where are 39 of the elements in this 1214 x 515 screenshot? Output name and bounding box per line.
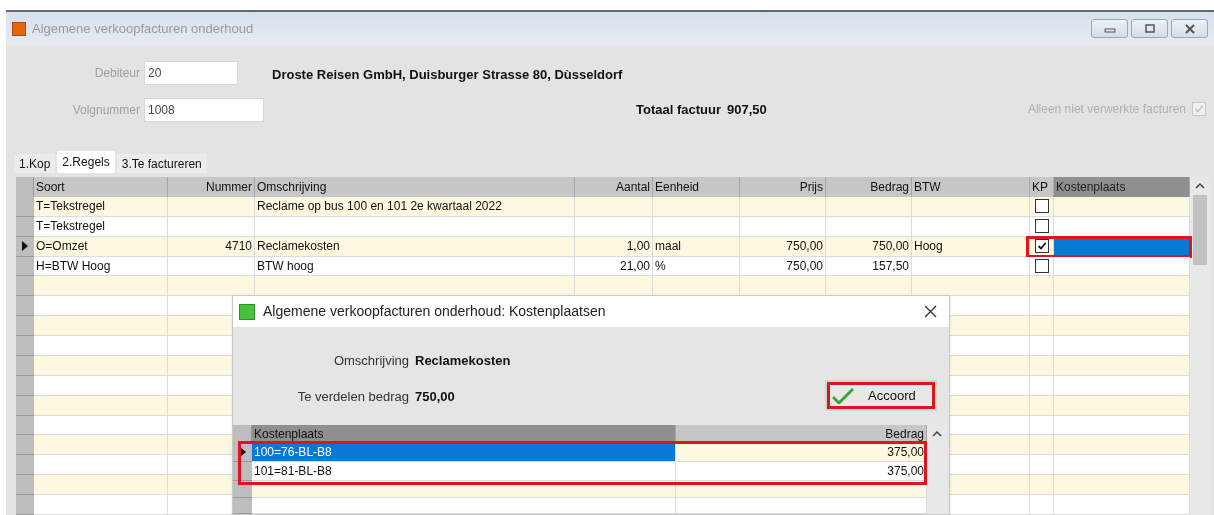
amount-value: 750,00	[415, 388, 455, 406]
description-value: Reclamekosten	[415, 352, 511, 370]
column-header[interactable]: Prijs	[740, 177, 826, 197]
total-value: 907,50	[727, 101, 767, 119]
table-cell: Hoog	[912, 236, 1030, 257]
field-label: Omschrijving	[332, 352, 409, 370]
window-title: Algemene verkoopfacturen onderhoud	[32, 19, 254, 38]
column-header[interactable]: Aantal	[575, 177, 653, 197]
field-label: Te verdelen bedrag	[296, 388, 409, 406]
column-header[interactable]: Kostenplaats	[1054, 177, 1190, 197]
accept-button[interactable]: Accoord	[827, 382, 935, 409]
table-cell: O=Omzet	[34, 236, 168, 257]
table-cell: 4710	[168, 236, 255, 257]
column-header[interactable]: Eenheid	[653, 177, 740, 197]
input-field[interactable]: 1008	[144, 98, 264, 122]
table-cell: 750,00	[740, 236, 826, 257]
field-label: Volgnummer	[71, 102, 140, 119]
column-header[interactable]: Bedrag	[826, 177, 912, 197]
column-header[interactable]: KP	[1030, 177, 1054, 197]
input-field[interactable]: 20	[144, 61, 238, 85]
column-header[interactable]: BTW	[912, 177, 1030, 197]
customer-address: Droste Reisen GmbH, Duisburger Strasse 80, Dùsseldorf	[272, 66, 623, 84]
table-cell: Reclamekosten	[255, 236, 575, 257]
table-cell: Reclame op bus 100 en 101 2e kwartaal 2022	[255, 196, 575, 217]
table-cell: T=Tekstregel	[34, 216, 168, 237]
column-header[interactable]: Soort	[34, 177, 168, 197]
column-header[interactable]: Omschrijving	[255, 177, 575, 197]
table-cell: 750,00	[826, 236, 912, 257]
field-label: Debiteur	[93, 65, 140, 82]
dialog-title: Algemene verkoopfacturen onderhoud: Kostenplaatsen	[263, 302, 606, 321]
table-cell: 1,00	[575, 236, 653, 257]
table-cell: 101=81-BL-B8	[252, 462, 676, 481]
table-cell: T=Tekstregel	[34, 196, 168, 217]
total-label: Totaal factuur	[636, 101, 721, 119]
tab[interactable]: 1.Kop	[14, 154, 56, 173]
column-header[interactable]: Nummer	[168, 177, 255, 197]
table-cell: maal	[653, 236, 740, 257]
tab[interactable]: 3.Te factureren	[116, 154, 207, 173]
tab[interactable]: 2.Regels	[57, 151, 115, 173]
